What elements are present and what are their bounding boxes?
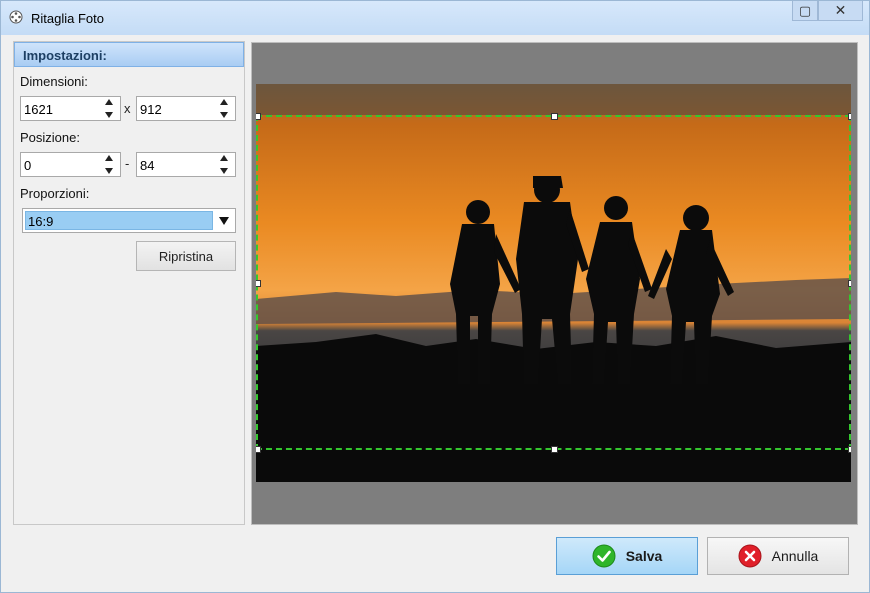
- proportions-selected-value: 16:9: [25, 211, 213, 230]
- pos-x-value: 0: [24, 158, 32, 173]
- maximize-icon: ▢: [798, 2, 812, 18]
- crop-handle-middle-right[interactable]: [848, 280, 851, 287]
- crop-handle-bottom-left[interactable]: [256, 446, 261, 453]
- position-separator: -: [125, 156, 130, 171]
- pos-y-stepper[interactable]: 84: [136, 152, 236, 177]
- cancel-button[interactable]: Annulla: [707, 537, 849, 575]
- crop-handle-top-center[interactable]: [551, 113, 558, 120]
- crop-handle-middle-left[interactable]: [256, 280, 261, 287]
- check-icon: [592, 544, 616, 568]
- cancel-label: Annulla: [771, 548, 819, 564]
- spin-down-icon[interactable]: [220, 112, 228, 118]
- crop-handle-top-right[interactable]: [848, 113, 851, 120]
- spin-up-icon[interactable]: [220, 99, 228, 105]
- settings-header: Impostazioni:: [14, 42, 244, 67]
- pos-x-spin-arrows[interactable]: [104, 155, 114, 174]
- height-stepper[interactable]: 912: [136, 96, 236, 121]
- window-title: Ritaglia Foto: [31, 11, 104, 26]
- position-label: Posizione:: [20, 130, 80, 145]
- title-bar[interactable]: Ritaglia Foto ▢ ✕: [1, 1, 869, 35]
- image-preview-area[interactable]: [251, 42, 858, 525]
- save-button[interactable]: Salva: [556, 537, 698, 575]
- spin-up-icon[interactable]: [220, 155, 228, 161]
- pos-y-spin-arrows[interactable]: [219, 155, 229, 174]
- proportions-select[interactable]: 16:9: [22, 208, 236, 233]
- crop-excluded-overlay: [256, 84, 851, 115]
- width-spin-arrows[interactable]: [104, 99, 114, 118]
- crop-handle-bottom-right[interactable]: [848, 446, 851, 453]
- reset-button[interactable]: Ripristina: [136, 241, 236, 271]
- width-stepper[interactable]: 1621: [20, 96, 121, 121]
- spin-up-icon[interactable]: [105, 155, 113, 161]
- crop-selection-box[interactable]: [256, 113, 851, 453]
- maximize-button[interactable]: ▢: [792, 1, 818, 21]
- proportions-label: Proporzioni:: [20, 186, 90, 201]
- close-button[interactable]: ✕: [818, 1, 863, 21]
- height-spin-arrows[interactable]: [219, 99, 229, 118]
- settings-panel: Impostazioni: Dimensioni: 1621 x 912 Pos…: [13, 41, 245, 525]
- pos-y-value: 84: [140, 158, 155, 173]
- height-value: 912: [140, 102, 162, 117]
- x-circle-icon: [738, 544, 762, 568]
- close-icon: ✕: [834, 2, 847, 18]
- chevron-down-icon[interactable]: [219, 217, 229, 225]
- crop-handle-bottom-center[interactable]: [551, 446, 558, 453]
- dimensions-separator: x: [124, 101, 131, 116]
- dimensions-label: Dimensioni:: [20, 74, 88, 89]
- crop-handle-top-left[interactable]: [256, 113, 261, 120]
- crop-photo-window: Ritaglia Foto ▢ ✕ Impostazioni: Dimensio…: [0, 0, 870, 593]
- save-label: Salva: [625, 548, 663, 564]
- spin-up-icon[interactable]: [105, 99, 113, 105]
- spin-down-icon[interactable]: [105, 168, 113, 174]
- pos-x-stepper[interactable]: 0: [20, 152, 121, 177]
- film-reel-icon: [9, 10, 23, 24]
- action-bar: Salva Annulla: [1, 529, 869, 592]
- spin-down-icon[interactable]: [105, 112, 113, 118]
- width-value: 1621: [24, 102, 53, 117]
- photo-image: [256, 84, 851, 482]
- spin-down-icon[interactable]: [220, 168, 228, 174]
